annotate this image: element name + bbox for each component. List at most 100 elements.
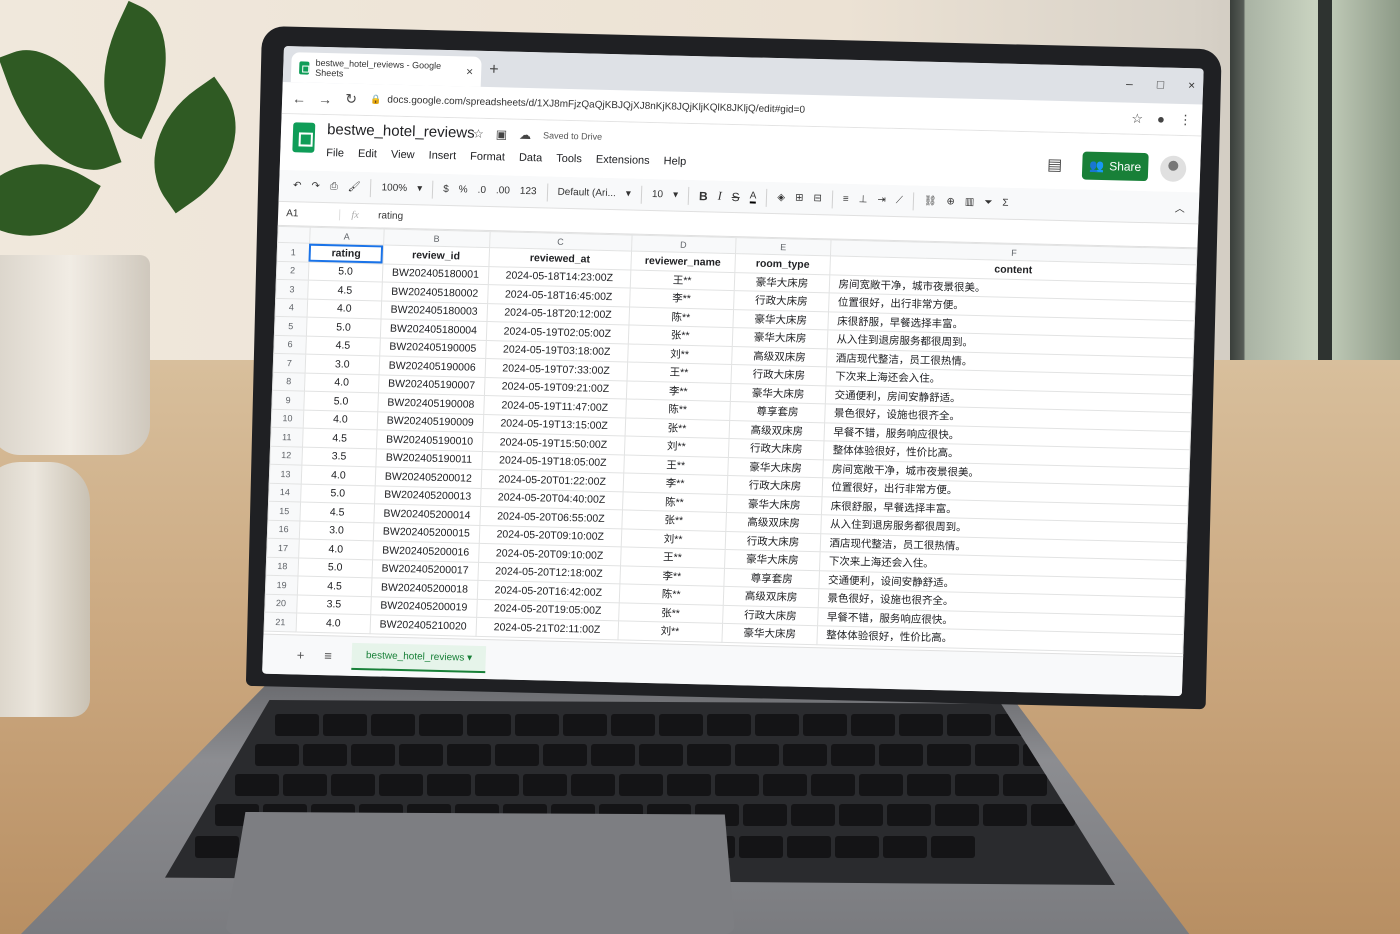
room-type-cell[interactable]: 豪华大床房 xyxy=(731,327,829,349)
menu-tools[interactable]: Tools xyxy=(556,153,582,166)
collapse-toolbar-icon[interactable]: ︿ xyxy=(1175,200,1186,215)
row-number[interactable]: 14 xyxy=(268,482,302,503)
close-tab-icon[interactable]: × xyxy=(466,64,474,78)
name-box[interactable]: A1 xyxy=(277,207,341,221)
print-icon[interactable]: ⎙ xyxy=(330,181,338,192)
increase-decimal-button[interactable]: .00 xyxy=(496,185,510,196)
insert-chart-icon[interactable]: ▥ xyxy=(965,197,975,208)
column-title-cell[interactable]: rating xyxy=(308,243,384,264)
reviewer-name-cell[interactable]: 刘** xyxy=(617,620,723,642)
reviewer-name-cell[interactable]: 李** xyxy=(619,565,725,587)
room-type-cell[interactable]: 尊享套房 xyxy=(723,567,820,589)
reviewer-name-cell[interactable]: 李** xyxy=(622,472,728,494)
row-number[interactable]: 18 xyxy=(266,556,299,576)
column-title-cell[interactable]: room_type xyxy=(734,253,831,275)
browser-tab[interactable]: bestwe_hotel_reviews - Google Sheets × xyxy=(290,52,482,87)
room-type-cell[interactable]: 行政大床房 xyxy=(730,364,828,386)
reviewer-name-cell[interactable]: 刘** xyxy=(624,435,729,457)
row-number[interactable]: 20 xyxy=(264,593,298,613)
room-type-cell[interactable]: 豪华大床房 xyxy=(732,309,830,330)
rating-cell[interactable]: 5.0 xyxy=(303,391,379,412)
review-id-cell[interactable]: BW202405210020 xyxy=(369,614,477,636)
formula-input[interactable]: rating xyxy=(370,210,403,222)
menu-file[interactable]: File xyxy=(326,147,344,159)
room-type-cell[interactable]: 高级双床房 xyxy=(725,512,822,534)
menu-insert[interactable]: Insert xyxy=(428,150,456,163)
menu-edit[interactable]: Edit xyxy=(358,148,377,160)
rating-cell[interactable]: 4.5 xyxy=(297,575,372,597)
rating-cell[interactable]: 5.0 xyxy=(308,261,383,282)
merge-cells-icon[interactable]: ⊟ xyxy=(813,193,822,204)
room-type-cell[interactable]: 行政大床房 xyxy=(724,530,822,552)
row-number[interactable]: 8 xyxy=(272,371,306,392)
menu-data[interactable]: Data xyxy=(519,152,543,165)
rating-cell[interactable]: 4.5 xyxy=(299,502,375,523)
fill-color-icon[interactable]: ◈ xyxy=(777,192,785,203)
room-type-cell[interactable]: 豪华大床房 xyxy=(733,272,831,293)
reviewer-name-cell[interactable]: 陈** xyxy=(618,583,724,605)
row-number[interactable]: 3 xyxy=(275,279,309,299)
row-number[interactable]: 10 xyxy=(271,408,304,429)
sheets-logo-icon[interactable] xyxy=(292,122,316,153)
menu-view[interactable]: View xyxy=(391,149,415,162)
text-color-button[interactable]: A xyxy=(749,190,757,204)
rating-cell[interactable]: 5.0 xyxy=(300,483,376,504)
align-horizontal-icon[interactable]: ≡ xyxy=(843,194,849,205)
menu-help[interactable]: Help xyxy=(663,155,686,168)
reviewer-name-cell[interactable]: 张** xyxy=(618,602,723,624)
reviewed-at-cell[interactable]: 2024-05-21T02:11:00Z xyxy=(475,617,619,640)
rating-cell[interactable]: 4.0 xyxy=(298,539,374,560)
sheet-tab-active[interactable]: bestwe_hotel_reviews ▾ xyxy=(351,642,487,674)
room-type-cell[interactable]: 高级双床房 xyxy=(731,346,828,367)
redo-icon[interactable]: ↷ xyxy=(311,181,320,192)
rating-cell[interactable]: 3.5 xyxy=(301,446,377,467)
rating-cell[interactable]: 4.0 xyxy=(304,372,379,393)
rating-cell[interactable]: 3.0 xyxy=(305,354,380,375)
align-vertical-icon[interactable]: ⊥ xyxy=(859,194,868,205)
chevron-down-icon[interactable]: ▾ xyxy=(673,190,678,201)
row-number[interactable]: 2 xyxy=(276,260,309,281)
row-number[interactable]: 5 xyxy=(274,316,307,336)
row-number[interactable]: 1 xyxy=(276,242,310,262)
row-number[interactable]: 16 xyxy=(267,519,300,540)
rating-cell[interactable]: 4.0 xyxy=(303,409,378,430)
row-number[interactable]: 7 xyxy=(273,353,306,373)
row-number[interactable]: 17 xyxy=(266,538,300,558)
strikethrough-button[interactable]: S xyxy=(731,189,740,203)
row-number[interactable]: 13 xyxy=(269,464,302,484)
rating-cell[interactable]: 3.0 xyxy=(299,520,374,541)
currency-button[interactable]: $ xyxy=(443,184,449,195)
row-number[interactable]: 21 xyxy=(264,612,297,632)
room-type-cell[interactable]: 豪华大床房 xyxy=(724,549,821,571)
decrease-decimal-button[interactable]: .0 xyxy=(477,185,486,196)
rating-cell[interactable]: 4.5 xyxy=(302,428,377,449)
rating-cell[interactable]: 4.0 xyxy=(296,612,371,634)
rating-cell[interactable]: 3.5 xyxy=(296,594,372,615)
borders-icon[interactable]: ⊞ xyxy=(795,193,804,204)
all-sheets-button[interactable]: ≡ xyxy=(324,648,332,663)
row-number[interactable]: 4 xyxy=(275,297,308,318)
close-window-button[interactable]: × xyxy=(1188,78,1196,92)
room-type-cell[interactable]: 行政大床房 xyxy=(726,475,824,497)
reviewer-name-cell[interactable]: 陈** xyxy=(622,491,727,513)
zoom-select[interactable]: 100% xyxy=(381,182,407,194)
room-type-cell[interactable]: 豪华大床房 xyxy=(726,493,823,515)
reviewer-name-cell[interactable]: 张** xyxy=(627,325,733,347)
reviewer-name-cell[interactable]: 刘** xyxy=(627,343,732,365)
menu-format[interactable]: Format xyxy=(470,151,505,164)
rating-cell[interactable]: 4.5 xyxy=(307,280,383,301)
reviewer-name-cell[interactable]: 张** xyxy=(621,509,727,531)
bold-button[interactable]: B xyxy=(699,189,708,203)
room-type-cell[interactable]: 高级双床房 xyxy=(728,419,826,441)
reviewer-name-cell[interactable]: 李** xyxy=(629,288,734,310)
reviewer-name-cell[interactable]: 王** xyxy=(626,361,732,384)
percent-button[interactable]: % xyxy=(459,184,468,195)
new-tab-button[interactable]: + xyxy=(489,61,499,79)
more-formats-button[interactable]: 123 xyxy=(520,186,537,197)
functions-button[interactable]: Σ xyxy=(1002,198,1009,209)
rating-cell[interactable]: 4.5 xyxy=(305,335,381,356)
minimize-button[interactable]: – xyxy=(1126,77,1133,91)
rating-cell[interactable]: 4.0 xyxy=(301,465,376,486)
row-number[interactable]: 15 xyxy=(267,501,301,521)
column-header-a[interactable]: A xyxy=(309,227,384,245)
